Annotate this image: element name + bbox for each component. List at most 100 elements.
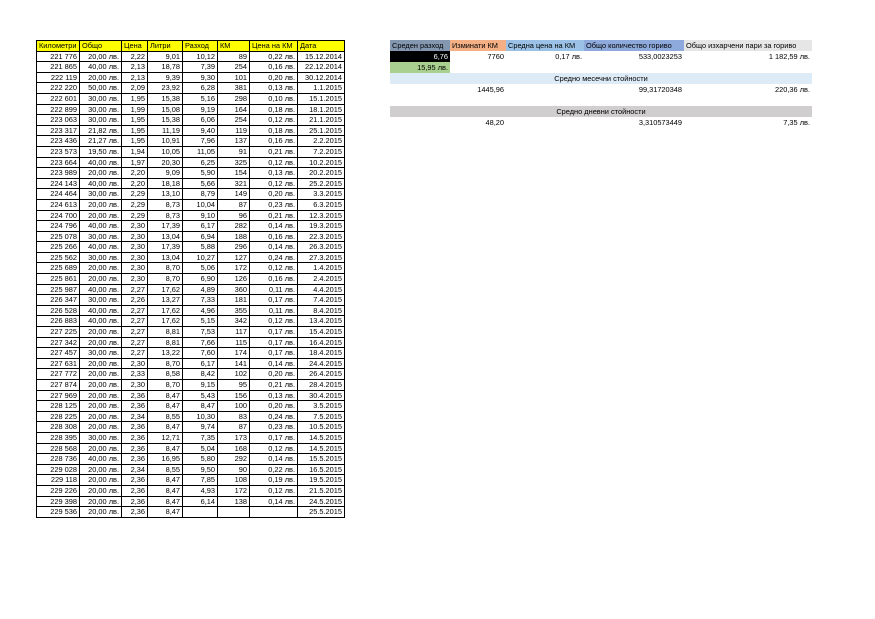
- table-cell[interactable]: 14.5.2015: [297, 431, 345, 444]
- table-cell[interactable]: 2,29: [121, 198, 148, 211]
- table-cell[interactable]: 1,94: [121, 145, 148, 158]
- table-cell[interactable]: 0,12 лв.: [249, 114, 298, 126]
- table-cell[interactable]: 225 078: [36, 230, 80, 243]
- log-header-cell[interactable]: Цена: [121, 40, 148, 52]
- table-cell[interactable]: 0,13 лв.: [249, 167, 298, 179]
- table-cell[interactable]: 95: [217, 379, 250, 391]
- table-cell[interactable]: 254: [217, 114, 250, 126]
- table-cell[interactable]: 19.3.2015: [297, 220, 345, 232]
- table-cell[interactable]: 172: [217, 484, 250, 497]
- table-cell[interactable]: 282: [217, 220, 250, 232]
- table-cell[interactable]: 8,47: [147, 421, 183, 433]
- table-cell[interactable]: 7,96: [182, 135, 218, 147]
- table-cell[interactable]: 138: [217, 495, 250, 508]
- table-cell[interactable]: 9,15: [182, 379, 218, 391]
- table-cell[interactable]: 221 865: [36, 61, 80, 73]
- table-cell[interactable]: 16.4.2015: [297, 336, 345, 349]
- table-cell[interactable]: 2,34: [121, 410, 148, 423]
- table-cell[interactable]: 2,20: [121, 167, 148, 179]
- table-cell[interactable]: 20,00 лв.: [79, 421, 122, 433]
- table-cell[interactable]: 20,00 лв.: [79, 400, 122, 412]
- table-cell[interactable]: 225 266: [36, 241, 80, 253]
- table-cell[interactable]: 2.2.2015: [297, 135, 345, 147]
- table-cell[interactable]: 222 899: [36, 103, 80, 116]
- table-cell[interactable]: 0,18 лв.: [249, 103, 298, 116]
- table-cell[interactable]: 0,16 лв.: [249, 273, 298, 285]
- table-cell[interactable]: 20,00 лв.: [79, 326, 122, 338]
- header-total-fuel[interactable]: Общо количество гориво: [584, 40, 684, 51]
- table-cell[interactable]: 164: [217, 103, 250, 116]
- table-cell[interactable]: 89: [217, 50, 250, 63]
- table-cell[interactable]: 0,17 лв.: [249, 347, 298, 359]
- table-cell[interactable]: 224 796: [36, 220, 80, 232]
- table-cell[interactable]: 19.5.2015: [297, 474, 345, 486]
- table-cell[interactable]: 9,01: [147, 50, 183, 63]
- table-cell[interactable]: 292: [217, 453, 250, 465]
- table-cell[interactable]: 168: [217, 442, 250, 455]
- table-cell[interactable]: 225 689: [36, 262, 80, 275]
- extra-value-cell[interactable]: 15,95 лв.: [390, 62, 450, 73]
- table-cell[interactable]: 228 308: [36, 421, 80, 433]
- table-cell[interactable]: 40,00 лв.: [79, 315, 122, 328]
- table-cell[interactable]: 2,34: [121, 463, 148, 476]
- table-cell[interactable]: 12.3.2015: [297, 209, 345, 222]
- table-cell[interactable]: 225 861: [36, 273, 80, 285]
- table-cell[interactable]: 0,14 лв.: [249, 357, 298, 370]
- table-cell[interactable]: 24.4.2015: [297, 357, 345, 370]
- table-cell[interactable]: 2,36: [121, 442, 148, 455]
- table-cell[interactable]: 20,00 лв.: [79, 410, 122, 423]
- table-cell[interactable]: 20,00 лв.: [79, 506, 122, 518]
- table-cell[interactable]: 8,55: [147, 410, 183, 423]
- table-cell[interactable]: [249, 506, 298, 518]
- log-header-cell[interactable]: Цена на КМ: [249, 40, 298, 52]
- table-cell[interactable]: 8.4.2015: [297, 304, 345, 317]
- table-cell[interactable]: 21.1.2015: [297, 114, 345, 126]
- table-cell[interactable]: 228 225: [36, 410, 80, 423]
- table-cell[interactable]: 3.3.2015: [297, 188, 345, 200]
- table-cell[interactable]: 1.4.2015: [297, 262, 345, 275]
- table-cell[interactable]: 119: [217, 124, 250, 137]
- table-cell[interactable]: 229 118: [36, 474, 80, 486]
- table-cell[interactable]: 173: [217, 431, 250, 444]
- table-cell[interactable]: 10.5.2015: [297, 421, 345, 433]
- table-cell[interactable]: 8,47: [147, 474, 183, 486]
- table-cell[interactable]: 20,00 лв.: [79, 198, 122, 211]
- table-cell[interactable]: 8,70: [147, 262, 183, 275]
- table-cell[interactable]: 50,00 лв.: [79, 82, 122, 94]
- table-cell[interactable]: 30.4.2015: [297, 389, 345, 402]
- table-cell[interactable]: 20,00 лв.: [79, 167, 122, 179]
- table-cell[interactable]: 13,04: [147, 230, 183, 243]
- table-cell[interactable]: 17,62: [147, 283, 183, 296]
- table-cell[interactable]: 0,21 лв.: [249, 209, 298, 222]
- log-header-cell[interactable]: Разход: [182, 40, 218, 52]
- log-header-cell[interactable]: Дата: [297, 40, 345, 52]
- table-cell[interactable]: 223 573: [36, 145, 80, 158]
- table-cell[interactable]: 25.5.2015: [297, 506, 345, 518]
- table-cell[interactable]: 0,10 лв.: [249, 92, 298, 105]
- table-cell[interactable]: 16.5.2015: [297, 463, 345, 476]
- table-cell[interactable]: 96: [217, 209, 250, 222]
- table-cell[interactable]: 2,30: [121, 262, 148, 275]
- table-cell[interactable]: 15,38: [147, 114, 183, 126]
- table-cell[interactable]: 2,33: [121, 368, 148, 380]
- table-cell[interactable]: 21.5.2015: [297, 484, 345, 497]
- table-cell[interactable]: 8,58: [147, 368, 183, 380]
- table-cell[interactable]: 1,95: [121, 92, 148, 105]
- table-cell[interactable]: 0,14 лв.: [249, 495, 298, 508]
- table-cell[interactable]: 227 874: [36, 379, 80, 391]
- table-cell[interactable]: 228 568: [36, 442, 80, 455]
- table-cell[interactable]: 6,94: [182, 230, 218, 243]
- table-cell[interactable]: 16,95: [147, 453, 183, 465]
- table-cell[interactable]: 17,62: [147, 315, 183, 328]
- table-cell[interactable]: 8,73: [147, 209, 183, 222]
- table-cell[interactable]: 5,16: [182, 92, 218, 105]
- table-cell[interactable]: 102: [217, 368, 250, 380]
- table-cell[interactable]: 296: [217, 241, 250, 253]
- header-total-money[interactable]: Общо изхарчени пари за гориво: [684, 40, 812, 51]
- table-cell[interactable]: 20,00 лв.: [79, 495, 122, 508]
- table-cell[interactable]: 0,11 лв.: [249, 304, 298, 317]
- table-cell[interactable]: 6,25: [182, 156, 218, 169]
- table-cell[interactable]: 21,27 лв.: [79, 135, 122, 147]
- table-cell[interactable]: 1,99: [121, 103, 148, 116]
- table-cell[interactable]: 0,14 лв.: [249, 220, 298, 232]
